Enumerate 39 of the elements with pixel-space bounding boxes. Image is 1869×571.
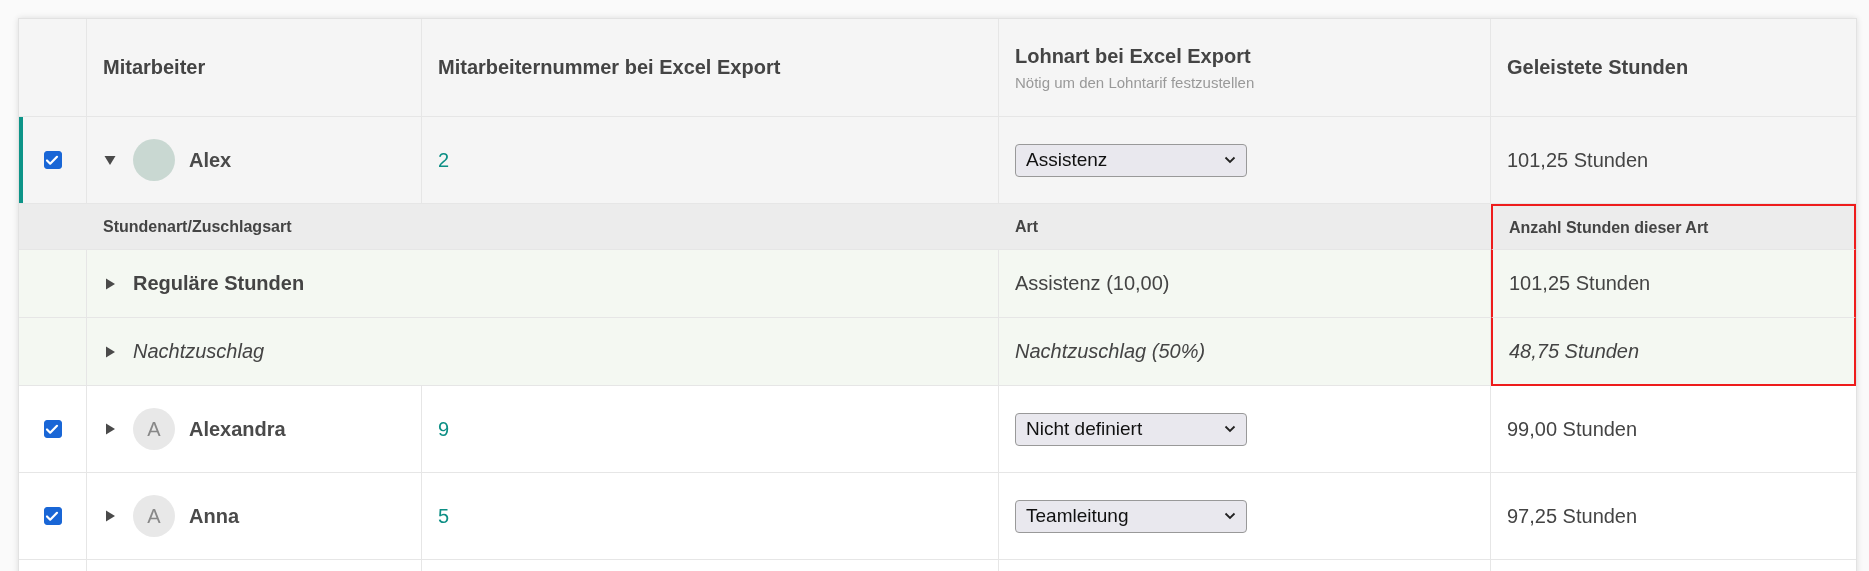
sub-column-header: Stundenart/Zuschlagsart [103, 217, 292, 236]
sub-column-header: Anzahl Stunden dieser Art [1509, 218, 1709, 237]
column-header: Mitarbeiter [103, 56, 206, 79]
avatar-initial: A [133, 408, 175, 450]
hours-value: 101,25 Stunden [1507, 148, 1649, 172]
column-subtitle: Nötig um den Lohntarif festzustellen [1015, 73, 1255, 91]
employee-name: Anna [189, 504, 239, 528]
wage-type-dropdown[interactable]: Nicht definiert [1015, 412, 1247, 446]
rate-type: Nachtzuschlag (50%) [1015, 340, 1206, 363]
expand-arrow-icon[interactable] [103, 344, 117, 359]
column-header: Geleistete Stunden [1507, 56, 1689, 79]
column-header: Mitarbeiternummer bei Excel Export [438, 56, 781, 79]
checkbox[interactable] [43, 151, 62, 169]
chevron-down-icon [1224, 512, 1236, 520]
wage-type-dropdown[interactable]: Assistenz [1015, 143, 1247, 177]
avatar-initial: A [133, 495, 175, 537]
expand-arrow-icon[interactable] [103, 276, 117, 291]
checkbox[interactable] [43, 507, 62, 525]
hours-value: 101,25 Stunden [1509, 272, 1651, 295]
checkbox[interactable] [43, 420, 62, 438]
hour-type-label: Nachtzuschlag [133, 340, 265, 363]
hours-value: 48,75 Stunden [1509, 339, 1640, 363]
rate-type: Assistenz (10,00) [1015, 272, 1170, 295]
employee-number: 9 [438, 417, 450, 441]
hours-value: 97,25 Stunden [1507, 504, 1638, 528]
expand-arrow-icon[interactable] [103, 153, 117, 167]
employee-name: Alexandra [189, 417, 286, 441]
hours-value: 99,00 Stunden [1507, 417, 1638, 441]
expand-arrow-icon[interactable] [103, 422, 117, 436]
chevron-down-icon [1224, 156, 1236, 164]
expand-arrow-icon[interactable] [103, 509, 117, 523]
employee-number: 5 [438, 504, 450, 528]
wage-type-dropdown[interactable]: Teamleitung [1015, 499, 1247, 533]
column-header: Lohnart bei Excel Export [1015, 44, 1251, 68]
employee-name: Alex [189, 148, 232, 172]
chevron-down-icon [1224, 425, 1236, 433]
employee-number: 2 [438, 148, 450, 172]
sub-column-header: Art [1015, 217, 1039, 236]
hour-type-label: Reguläre Stunden [133, 272, 305, 295]
